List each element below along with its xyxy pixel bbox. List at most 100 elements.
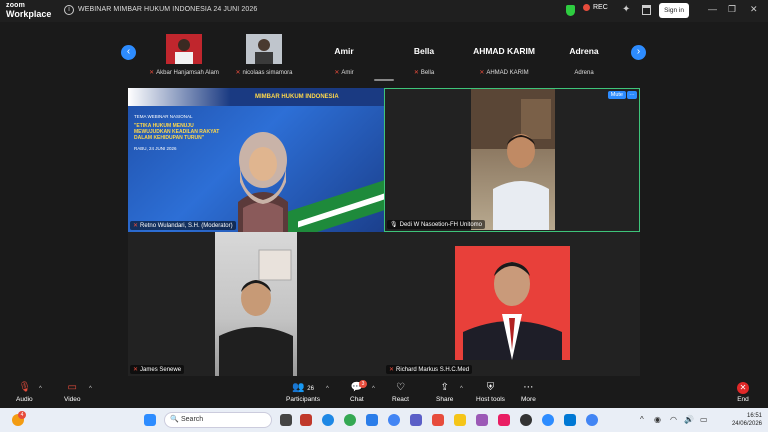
audio-button[interactable]: 🎙 Audio <box>16 382 33 403</box>
minimize-icon[interactable]: — <box>708 4 717 14</box>
mic-muted-icon: ✕ <box>479 70 485 76</box>
slide-banner-title: MIMBAR HUKUM INDONESIA <box>255 94 339 100</box>
participant-display-name: Amir <box>334 46 354 56</box>
strip-name-label: ✕ nicolaas simamora <box>235 70 293 76</box>
chrome-profile-icon[interactable] <box>388 414 400 426</box>
file-explorer-icon[interactable] <box>454 414 466 426</box>
strip-participant-5[interactable]: AHMAD KARIM ✕ AHMAD KARIM <box>461 34 547 78</box>
video-tile-richard[interactable]: ✕ Richard Markus S.H.C.Med <box>384 232 640 376</box>
sign-in-button[interactable]: Sign in <box>659 3 689 18</box>
participants-chevron-icon[interactable]: ^ <box>326 386 329 392</box>
tile-more-button[interactable]: ··· <box>627 91 637 99</box>
mic-icon: 🎙 <box>390 222 398 228</box>
video-off-icon: ▭ <box>67 382 77 393</box>
chrome-icon[interactable] <box>344 414 356 426</box>
clock-date: 24/06/2026 <box>731 421 762 427</box>
more-label: More <box>521 396 536 403</box>
mcafee-icon[interactable] <box>300 414 312 426</box>
mute-participant-button[interactable]: Mute <box>607 91 626 99</box>
todo-icon[interactable] <box>366 414 378 426</box>
host-tools-label: Host tools <box>476 396 505 403</box>
audio-options-chevron-icon[interactable]: ^ <box>39 386 42 392</box>
video-options-chevron-icon[interactable]: ^ <box>89 386 92 392</box>
react-button[interactable]: ♡ React <box>392 382 409 403</box>
chat-label: Chat <box>350 396 364 403</box>
tray-app-icon[interactable]: ◉ <box>654 415 661 424</box>
zoom-taskbar-icon[interactable] <box>542 414 554 426</box>
shield-icon: ⛨ <box>486 382 495 393</box>
more-button[interactable]: ⋯ More <box>521 382 536 403</box>
mic-muted-icon: 🎙 <box>18 382 32 393</box>
chat-chevron-icon[interactable]: ^ <box>372 386 375 392</box>
strip-participant-2[interactable]: ✕ nicolaas simamora <box>227 34 301 78</box>
taskbar-search-input[interactable]: 🔍 Search <box>164 412 272 428</box>
strip-participant-3[interactable]: Amir ✕ Amir <box>307 34 381 78</box>
strip-next-button[interactable]: › <box>631 45 646 60</box>
video-button[interactable]: ▭ Video <box>64 382 81 403</box>
react-label: React <box>392 396 409 403</box>
video-tile-active-speaker[interactable]: Mute ··· 🎙 Dedi W Nasoetion-FH Unitomo <box>384 88 640 232</box>
mic-muted-icon: ✕ <box>149 70 155 76</box>
participants-button[interactable]: 👥 26 Participants <box>286 382 320 403</box>
app-icon-red[interactable] <box>432 414 444 426</box>
outlook-icon[interactable] <box>564 414 576 426</box>
participant-name-label: ✕ Retno Wulandari, S.H. (Moderator) <box>130 221 236 230</box>
strip-participant-1[interactable]: ✕ Akbar Hanjamsah Alam <box>147 34 221 78</box>
search-placeholder: Search <box>181 416 204 423</box>
participant-photo <box>246 34 282 64</box>
security-shield-icon[interactable] <box>566 5 575 16</box>
close-icon[interactable]: ✕ <box>750 4 758 15</box>
mic-muted-icon: ✕ <box>334 70 340 76</box>
app-icon-pink[interactable] <box>498 414 510 426</box>
strip-prev-button[interactable]: ‹ <box>121 45 136 60</box>
task-view-icon[interactable] <box>280 414 292 426</box>
participant-name-label: ✕ Richard Markus S.H.C.Med <box>386 365 473 374</box>
recording-indicator[interactable]: REC <box>583 4 608 11</box>
wifi-icon[interactable]: ◠ <box>670 415 677 424</box>
participant-name-label: ✕ James Senewe <box>130 365 185 374</box>
host-tools-button[interactable]: ⛨ Host tools <box>476 382 505 403</box>
windows-taskbar: 4 🔍 Search ^ ◉ ◠ 🔊 ▭ 16:51 24/06/2026 <box>0 408 768 432</box>
strip-resize-handle[interactable] <box>374 79 394 81</box>
copilot-icon[interactable] <box>476 414 488 426</box>
speaker-person <box>471 89 555 230</box>
strip-participant-6[interactable]: Adrena Adrena <box>547 34 621 78</box>
edge-icon[interactable] <box>322 414 334 426</box>
restore-icon[interactable]: ❐ <box>728 4 736 15</box>
more-dots-icon: ⋯ <box>523 382 534 393</box>
richard-video <box>455 246 570 360</box>
mic-muted-icon: ✕ <box>235 70 241 76</box>
strip-name-label: ✕ AHMAD KARIM <box>479 70 529 76</box>
audio-label: Audio <box>16 396 33 403</box>
taskbar-clock[interactable]: 16:51 24/06/2026 <box>724 412 762 428</box>
tray-chevron-icon[interactable]: ^ <box>640 415 644 424</box>
slide-theme: TEMA WEBINAR NASIONAL <box>134 114 193 119</box>
participants-label: Participants <box>286 396 320 403</box>
notification-badge: 4 <box>18 411 26 419</box>
share-button[interactable]: ⇪ Share <box>436 382 453 403</box>
teams-icon[interactable] <box>410 414 422 426</box>
strip-name-label: ✕ Akbar Hanjamsah Alam <box>149 70 219 76</box>
ai-companion-icon[interactable]: ✦ <box>622 4 630 15</box>
james-person <box>219 249 293 376</box>
james-video <box>215 232 297 376</box>
moderator-person <box>238 132 288 232</box>
share-chevron-icon[interactable]: ^ <box>460 386 463 392</box>
video-label: Video <box>64 396 81 403</box>
strip-name-label: ✕ Bella <box>413 70 435 76</box>
title-bar: zoom Workplace i WEBINAR MIMBAR HUKUM IN… <box>0 0 768 22</box>
end-button[interactable]: ✕ End <box>737 382 749 403</box>
volume-icon[interactable]: 🔊 <box>684 415 694 424</box>
video-tile-james[interactable]: ✕ James Senewe <box>128 232 384 376</box>
end-label: End <box>737 396 749 403</box>
video-tile-moderator[interactable]: MIMBAR HUKUM INDONESIA TEMA WEBINAR NASI… <box>128 88 384 232</box>
media-player-icon[interactable] <box>520 414 532 426</box>
strip-participant-4[interactable]: Bella ✕ Bella <box>387 34 461 78</box>
windows-start-icon[interactable] <box>144 414 156 426</box>
chrome-app-icon[interactable] <box>586 414 598 426</box>
battery-icon[interactable]: ▭ <box>700 415 708 424</box>
meeting-info-icon[interactable]: i <box>64 5 74 15</box>
chat-unread-badge: 3 <box>359 380 367 388</box>
calendar-icon[interactable] <box>642 5 651 15</box>
participant-name-label: 🎙 Dedi W Nasoetion-FH Unitomo <box>387 220 485 229</box>
